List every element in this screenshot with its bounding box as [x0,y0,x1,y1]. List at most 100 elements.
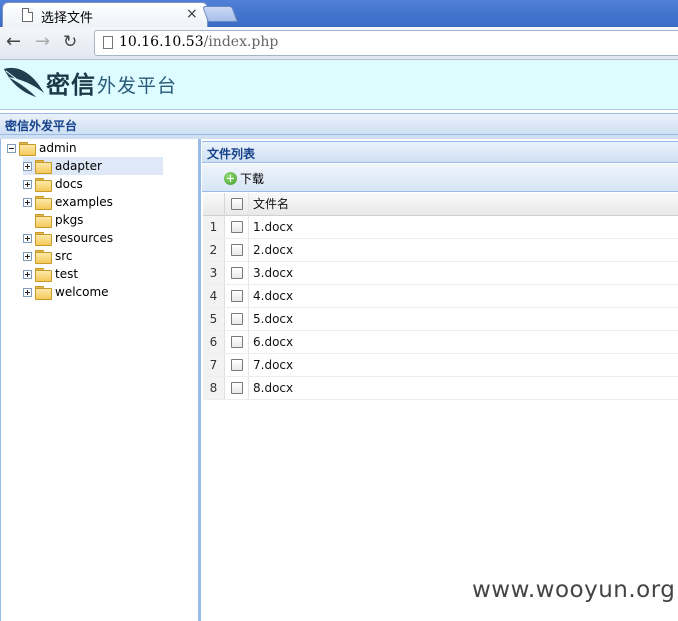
tree-node-label: adapter [55,159,102,173]
row-checkbox[interactable] [231,244,243,256]
reload-icon[interactable]: ↻ [63,32,77,52]
table-row[interactable]: 3 3.docx [203,262,678,285]
table-row[interactable]: 4 4.docx [203,285,678,308]
tree-node-welcome[interactable]: welcome [23,283,109,301]
tree-node-label: src [55,249,73,263]
file-list-toolbar: 下载 [202,164,678,192]
table-row[interactable]: 7 7.docx [203,354,678,377]
expand-icon[interactable] [23,197,32,207]
file-name: 5.docx [253,312,294,326]
add-circle-icon [224,172,237,185]
column-separator [248,331,249,353]
collapse-icon[interactable] [7,143,16,153]
row-checkbox[interactable] [231,359,243,371]
tab-close-icon[interactable]: × [186,6,198,22]
folder-icon [35,249,52,264]
row-checkbox[interactable] [231,313,243,325]
row-number: 5 [203,308,225,330]
tree-node-label: docs [55,177,83,191]
row-number: 6 [203,331,225,353]
row-number: 2 [203,239,225,261]
expand-icon[interactable] [23,179,32,189]
row-checkbox[interactable] [231,382,243,394]
app-header: 密信 外发平台 [0,60,678,110]
column-separator [248,193,249,215]
expand-icon[interactable] [23,287,32,297]
grid-header: 文件名 [203,193,678,216]
rownum-header [203,193,225,215]
row-checkbox[interactable] [231,290,243,302]
row-number: 8 [203,377,225,399]
file-name: 1.docx [253,220,294,234]
folder-tree-panel: admin adapter docs examples pkgs resourc… [0,139,201,621]
download-button[interactable]: 下载 [224,170,264,187]
grid-body: 1 1.docx 2 2.docx 3 3.docx 4 4.docx 5 5.docx 6 6.do… [203,216,678,400]
browser-tab[interactable]: 选择文件 × [2,2,208,27]
tree-node-root[interactable]: admin [7,139,77,157]
table-row[interactable]: 2 2.docx [203,239,678,262]
page-icon [103,36,113,49]
tree-node-label: welcome [55,285,109,299]
expand-icon[interactable] [23,269,32,279]
feather-logo-icon [4,67,44,98]
watermark: www.wooyun.org [472,577,676,603]
tree-node-label: test [55,267,79,281]
file-name: 7.docx [253,358,294,372]
select-all-checkbox[interactable] [231,198,243,210]
column-separator [248,262,249,284]
tree-node-docs[interactable]: docs [23,175,83,193]
folder-icon [35,159,52,174]
tree-node-src[interactable]: src [23,247,73,265]
expand-icon[interactable] [23,233,32,243]
expand-icon[interactable] [23,161,32,171]
file-grid: 文件名 1 1.docx 2 2.docx 3 3.docx 4 4.docx 5 5.docx 6… [203,193,678,400]
folder-icon [35,285,52,300]
row-checkbox[interactable] [231,336,243,348]
url-path: /index.php [203,34,279,50]
tree-node-pkgs[interactable]: pkgs [23,211,83,229]
row-checkbox[interactable] [231,267,243,279]
file-name: 8.docx [253,381,294,395]
file-name: 6.docx [253,335,294,349]
app-title-bar: 密信外发平台 [0,113,678,135]
logo-sub-text: 外发平台 [97,75,178,97]
folder-icon [35,267,52,282]
column-separator [248,285,249,307]
forward-arrow-icon[interactable]: → [35,32,50,52]
row-number: 4 [203,285,225,307]
tree-node-label: admin [39,141,77,155]
row-checkbox[interactable] [231,221,243,233]
file-name: 3.docx [253,266,294,280]
tree-node-adapter[interactable]: adapter [23,157,163,175]
folder-icon [35,213,52,228]
table-row[interactable]: 8 8.docx [203,377,678,400]
column-header-filename[interactable]: 文件名 [253,193,289,216]
column-separator [248,377,249,399]
tab-title: 选择文件 [41,11,94,26]
table-row[interactable]: 1 1.docx [203,216,678,239]
tree-node-examples[interactable]: examples [23,193,113,211]
file-list-title: 文件列表 [202,141,678,163]
folder-icon [35,231,52,246]
url-host: 10.16.10.53 [119,34,204,50]
page-icon [22,8,33,22]
download-label: 下载 [240,172,265,186]
tree-node-label: pkgs [55,213,84,227]
browser-toolbar: ← → ↻ 10.16.10.53/index.php [0,27,678,60]
tree-node-label: resources [55,231,114,245]
row-number: 7 [203,354,225,376]
column-separator [248,354,249,376]
expand-icon[interactable] [23,251,32,261]
tree-node-label: examples [55,195,113,209]
file-name: 4.docx [253,289,294,303]
tree-node-test[interactable]: test [23,265,78,283]
table-row[interactable]: 5 5.docx [203,308,678,331]
back-arrow-icon[interactable]: ← [6,32,21,52]
tree-node-resources[interactable]: resources [23,229,113,247]
address-bar[interactable]: 10.16.10.53/index.php [94,30,678,56]
table-row[interactable]: 6 6.docx [203,331,678,354]
url-text: 10.16.10.53/index.php [119,34,278,50]
new-tab-button[interactable] [202,6,238,22]
column-separator [248,239,249,261]
column-separator [248,308,249,330]
